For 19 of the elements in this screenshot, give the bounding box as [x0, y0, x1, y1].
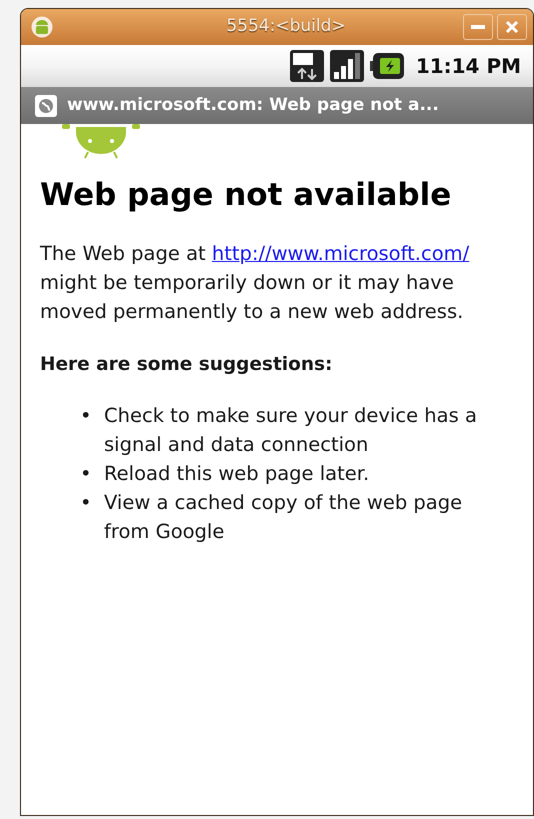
- suggestion-text: Check to make sure your device has a signal and data connection: [104, 403, 478, 458]
- signal-icon: [330, 50, 364, 82]
- address-link[interactable]: http://www.microsoft.com/: [212, 242, 470, 265]
- page-title: www.microsoft.com: Web page not a...: [67, 94, 439, 117]
- window-title: 5554:<build>: [225, 15, 347, 38]
- suggestions-heading: Here are some suggestions:: [40, 353, 334, 377]
- error-heading: Web page not available: [40, 176, 452, 215]
- clock-time: 11:14 PM: [416, 53, 521, 80]
- battery-icon: [370, 53, 404, 79]
- bullet: •: [80, 461, 93, 487]
- close-button[interactable]: [497, 14, 527, 40]
- minimize-button[interactable]: [463, 14, 493, 40]
- bullet: •: [80, 490, 93, 516]
- bullet: •: [80, 403, 93, 429]
- minimize-icon: [471, 25, 485, 29]
- close-icon: [505, 20, 519, 34]
- error-message: The Web page at http://www.microsoft.com/ might be temporarily down or it may have moved permanently to a new web address.: [40, 241, 470, 325]
- suggestion-text: View a cached copy of the web page from Google: [104, 490, 464, 545]
- suggestion-text: Reload this web page later.: [104, 461, 370, 487]
